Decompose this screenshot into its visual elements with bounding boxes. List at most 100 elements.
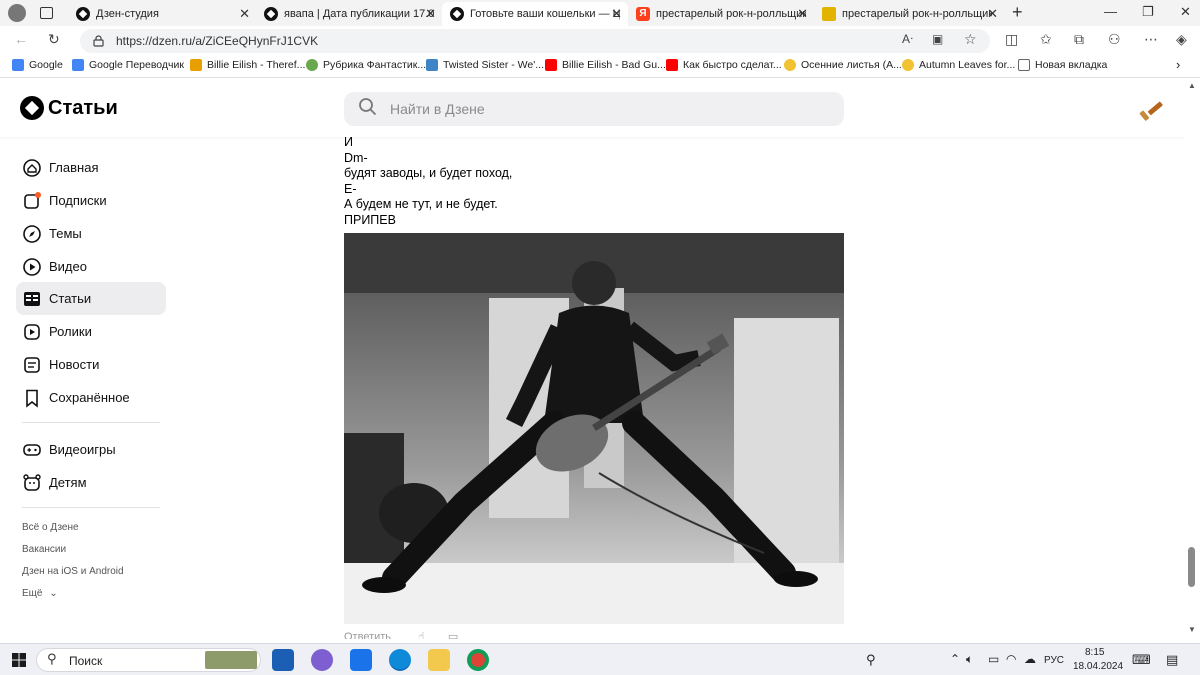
close-tab-icon[interactable]: ✕ <box>611 6 622 22</box>
sidebar-item-home[interactable]: Главная <box>16 151 166 184</box>
sidebar-item-articles[interactable]: Статьи <box>16 282 166 315</box>
article-line: Dm- <box>344 151 368 165</box>
close-tab-icon[interactable]: ✕ <box>425 6 436 22</box>
extensions-icon[interactable]: ⚇ <box>1108 31 1121 48</box>
minimize-icon[interactable]: — <box>1104 4 1117 19</box>
favorite-star-icon[interactable]: ☆ <box>964 31 977 48</box>
close-tab-icon[interactable]: ✕ <box>239 6 250 22</box>
restore-icon[interactable]: ❐ <box>1142 4 1154 20</box>
tab-yavapa[interactable]: явапа | Дата публикации 17.04. ✕ <box>256 2 442 26</box>
bookmark-autumn-en[interactable]: Autumn Leaves for... <box>902 59 1015 71</box>
clock-time[interactable]: 8:15 <box>1085 647 1104 658</box>
tab-image-search[interactable]: престарелый рок-н-ролльщик ✕ <box>814 2 1004 26</box>
reply-link[interactable]: Ответить ☝ ▭ <box>344 630 458 639</box>
file-explorer-icon[interactable] <box>428 649 450 671</box>
bookmark-how-to[interactable]: Как быстро сделат... <box>666 59 782 71</box>
back-icon[interactable]: ← <box>14 31 28 47</box>
profile-icon[interactable] <box>8 4 26 22</box>
page-scrollbar[interactable]: ▲ ▼ <box>1184 79 1200 639</box>
page-viewport: Статьи Найти в Дзене Главная Подписки Те… <box>0 79 1184 639</box>
lock-icon <box>93 35 104 47</box>
play-icon <box>902 59 914 71</box>
keyboard-icon[interactable]: ⌨︎ <box>1132 652 1151 668</box>
sidebar-item-topics[interactable]: Темы <box>16 217 166 250</box>
play-icon <box>784 59 796 71</box>
sidebar-item-news[interactable]: Новости <box>16 348 166 381</box>
sidebar-item-subscriptions[interactable]: Подписки <box>16 184 166 217</box>
refresh-icon[interactable]: ↻ <box>48 31 60 48</box>
news-icon <box>24 356 40 373</box>
search-input[interactable]: Найти в Дзене <box>344 92 844 126</box>
article-line: E- <box>344 182 357 196</box>
tab-dzen-studio[interactable]: Дзен-студия ✕ <box>68 2 256 26</box>
bookmarks-more-chevron-icon[interactable]: › <box>1176 57 1180 72</box>
scroll-thumb[interactable] <box>1188 547 1195 587</box>
translate-icon <box>72 59 84 71</box>
footer-link-jobs[interactable]: Вакансии <box>22 544 66 555</box>
sidebar-item-kids[interactable]: Детям <box>16 466 166 499</box>
chrome-app-icon[interactable] <box>467 649 489 671</box>
globe-icon <box>306 59 318 71</box>
read-aloud-icon[interactable]: Aᐧ <box>902 32 913 46</box>
kids-icon <box>23 473 41 491</box>
bookmark-billie-2[interactable]: Billie Eilish - Bad Gu... <box>545 59 666 71</box>
sidebar-divider <box>22 507 160 508</box>
tray-chevron-up-icon[interactable]: ⌃ <box>950 652 960 666</box>
bookmark-autumn-ru[interactable]: Осенние листья (А... <box>784 59 902 71</box>
scroll-down-icon[interactable]: ▼ <box>1188 625 1196 634</box>
like-icon[interactable]: ☝ <box>418 631 425 639</box>
task-view-icon[interactable] <box>272 649 294 671</box>
taskbar-search[interactable]: ⚲ Поиск <box>36 648 261 672</box>
bookmark-google[interactable]: Google <box>12 59 63 71</box>
sidebar-item-videogames[interactable]: Видеоигры <box>16 433 166 466</box>
bookmark-new-tab[interactable]: Новая вкладка <box>1018 59 1107 71</box>
avatar[interactable] <box>1138 95 1166 123</box>
app-available-icon[interactable]: ▣ <box>932 32 943 46</box>
sidebar-item-saved[interactable]: Сохранённое <box>16 381 166 414</box>
close-window-icon[interactable]: ✕ <box>1180 4 1191 20</box>
person-search-icon[interactable]: ⚲ <box>866 652 876 668</box>
mail-app-icon[interactable] <box>350 649 372 671</box>
split-screen-icon[interactable]: ◫ <box>1005 31 1018 48</box>
taskbar-search-label: Поиск <box>69 654 103 668</box>
bookmark-billie-1[interactable]: Billie Eilish - Theref... <box>190 59 305 71</box>
start-windows-icon[interactable] <box>12 653 26 667</box>
wifi-icon[interactable]: ◠ <box>1006 652 1016 666</box>
footer-link-apps[interactable]: Дзен на iOS и Android <box>22 566 124 577</box>
new-tab-button[interactable]: + <box>1012 2 1023 23</box>
search-icon: ⚲ <box>47 651 57 666</box>
close-tab-icon[interactable]: ✕ <box>797 6 808 22</box>
copilot-app-icon[interactable] <box>311 649 333 671</box>
bookmark-fantastic[interactable]: Рубрика Фантастик... <box>306 59 426 71</box>
battery-icon[interactable]: ▭ <box>988 652 999 666</box>
sidebar-item-shorts[interactable]: Ролики <box>16 315 166 348</box>
comment-icon[interactable]: ▭ <box>448 631 458 639</box>
sidebar-item-video[interactable]: Видео <box>16 250 166 283</box>
dzen-logo[interactable]: Статьи <box>20 96 118 120</box>
volume-icon[interactable]: 🔈︎ <box>966 652 973 667</box>
tab-actions-icon[interactable] <box>40 7 53 19</box>
close-tab-icon[interactable]: ✕ <box>987 6 998 22</box>
more-menu-icon[interactable]: ⋯ <box>1144 31 1158 48</box>
collections-icon[interactable]: ⧉ <box>1074 31 1084 48</box>
compass-icon <box>23 224 41 243</box>
youtube-icon <box>666 59 678 71</box>
bookmark-twisted-sister[interactable]: Twisted Sister - We'... <box>426 59 544 71</box>
url-input[interactable]: https://dzen.ru/a/ZiCEeQHynFrJ1CVK Aᐧ ▣ … <box>80 29 990 53</box>
language-indicator[interactable]: РУС <box>1044 655 1064 666</box>
footer-link-about[interactable]: Всё о Дзене <box>22 522 79 533</box>
favorites-icon[interactable]: ✩ <box>1040 31 1052 48</box>
copilot-icon[interactable]: ◈ <box>1176 31 1187 48</box>
scroll-up-icon[interactable]: ▲ <box>1188 81 1196 90</box>
bookmark-translate[interactable]: Google Переводчик <box>72 59 184 71</box>
dzen-icon <box>76 7 90 21</box>
clock-date[interactable]: 18.04.2024 <box>1073 661 1123 672</box>
footer-more[interactable]: Ещё ⌄ <box>22 588 58 599</box>
article-line: А будем не тут, и не будет. <box>344 197 498 211</box>
edge-app-icon[interactable] <box>389 649 411 671</box>
tab-article-active[interactable]: Готовьте ваши кошельки — ЦБ ✕ <box>442 2 628 26</box>
notifications-icon[interactable]: ▤ <box>1166 652 1178 668</box>
onedrive-icon[interactable]: ☁︎ <box>1024 652 1036 666</box>
google-icon <box>12 59 24 71</box>
tab-yandex-search[interactable]: Я престарелый рок-н-ролльщик ✕ <box>628 2 814 26</box>
